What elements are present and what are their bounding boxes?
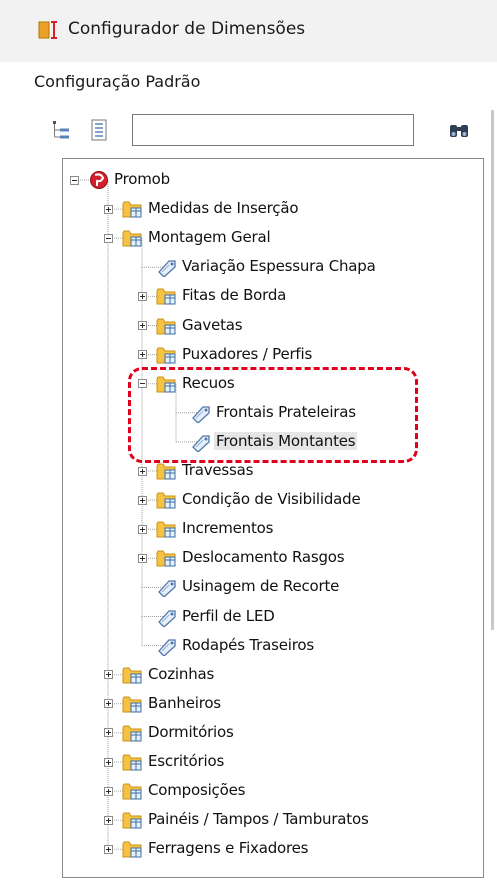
folder-icon <box>122 839 144 859</box>
folder-icon <box>122 199 144 219</box>
expand-toggle[interactable] <box>103 757 113 767</box>
dimension-tag-icon <box>156 636 178 657</box>
configuration-label: Configuração Padrão <box>34 72 201 91</box>
find-binoculars-icon[interactable] <box>448 122 470 140</box>
folder-icon <box>122 752 144 772</box>
tree-node-puxadores-perfis[interactable]: Puxadores / Perfis <box>182 345 312 363</box>
tree-node-deslocamento-rasgos[interactable]: Deslocamento Rasgos <box>182 548 345 566</box>
folder-icon <box>122 694 144 714</box>
tree-node-paineis-tampos-tamburatos[interactable]: Painéis / Tampos / Tamburatos <box>148 810 369 828</box>
folder-icon <box>156 345 178 365</box>
tree-node-condicao-de-visibilidade[interactable]: Condição de Visibilidade <box>182 490 361 508</box>
tree-node-cozinhas[interactable]: Cozinhas <box>148 665 214 683</box>
tree-node-gavetas[interactable]: Gavetas <box>182 316 243 334</box>
dimension-configurator-app-icon <box>38 21 57 39</box>
expand-toggle[interactable] <box>103 728 113 738</box>
tree-node-ferragens-e-fixadores[interactable]: Ferragens e Fixadores <box>148 839 308 857</box>
expand-toggle[interactable] <box>103 699 113 709</box>
folder-icon <box>122 781 144 801</box>
folder-icon <box>156 548 178 568</box>
tree-node-perfil-de-led[interactable]: Perfil de LED <box>182 607 275 625</box>
expand-toggle[interactable] <box>103 844 113 854</box>
tree-node-rodapes-traseiros[interactable]: Rodapés Traseiros <box>182 636 314 654</box>
folder-icon <box>156 286 178 306</box>
tree-node-variacao-espessura-chapa[interactable]: Variação Espessura Chapa <box>182 257 376 275</box>
scrollbar-edge[interactable] <box>491 110 494 630</box>
expand-toggle[interactable] <box>103 815 113 825</box>
tree-node-escritorios[interactable]: Escritórios <box>148 752 224 770</box>
tree-node-promob[interactable]: Promob <box>114 170 170 188</box>
expand-toggle[interactable] <box>137 495 147 505</box>
folder-icon <box>122 810 144 830</box>
folder-icon <box>122 665 144 685</box>
expand-toggle[interactable] <box>137 553 147 563</box>
tree-node-dormitorios[interactable]: Dormitórios <box>148 723 234 741</box>
folder-icon <box>156 374 178 394</box>
folder-icon <box>156 316 178 336</box>
dimension-tag-icon <box>190 403 212 424</box>
tree-view[interactable]: Promob Medidas de Inserção Montagem Gera… <box>62 158 484 878</box>
folder-icon <box>122 723 144 743</box>
expand-toggle[interactable] <box>103 786 113 796</box>
tree-list-icon[interactable] <box>88 118 110 142</box>
tree-node-medidas-de-insercao[interactable]: Medidas de Inserção <box>148 199 299 217</box>
expand-toggle[interactable] <box>137 466 147 476</box>
tree-node-frontais-prateleiras[interactable]: Frontais Prateleiras <box>216 403 356 421</box>
search-input[interactable] <box>132 114 414 146</box>
folder-icon <box>156 490 178 510</box>
tree-toolbar <box>42 110 482 152</box>
tree-node-fitas-de-borda[interactable]: Fitas de Borda <box>182 286 286 304</box>
collapse-toggle[interactable] <box>137 379 147 389</box>
dimension-tag-icon <box>156 257 178 279</box>
tree-node-incrementos[interactable]: Incrementos <box>182 519 273 537</box>
tree-node-banheiros[interactable]: Banheiros <box>148 694 221 712</box>
tree-node-montagem-geral[interactable]: Montagem Geral <box>148 228 271 246</box>
collapse-toggle[interactable] <box>69 175 79 185</box>
dimension-tag-icon <box>156 607 178 628</box>
tree-node-travessas[interactable]: Travessas <box>182 461 253 479</box>
expand-toggle[interactable] <box>137 524 147 534</box>
tree-node-frontais-montantes[interactable]: Frontais Montantes <box>214 431 358 450</box>
expand-toggle[interactable] <box>137 321 147 330</box>
expand-toggle[interactable] <box>137 350 147 360</box>
expand-toggle[interactable] <box>103 204 113 214</box>
promob-logo-icon <box>88 170 110 190</box>
folder-icon <box>156 461 178 481</box>
window-title: Configurador de Dimensões <box>68 19 306 39</box>
dimension-tag-icon <box>156 577 178 599</box>
tree-node-usinagem-de-recorte[interactable]: Usinagem de Recorte <box>182 577 339 595</box>
tree-node-composicoes[interactable]: Composições <box>148 781 245 799</box>
tree-structure-icon[interactable] <box>50 118 72 142</box>
expand-toggle[interactable] <box>103 670 113 680</box>
tree-node-recuos[interactable]: Recuos <box>182 374 235 392</box>
collapse-toggle[interactable] <box>103 233 113 243</box>
folder-icon <box>156 519 178 539</box>
expand-toggle[interactable] <box>137 291 147 301</box>
dimension-tag-icon <box>190 432 212 453</box>
title-bar: Configurador de Dimensões <box>0 0 497 62</box>
folder-icon <box>122 228 144 248</box>
